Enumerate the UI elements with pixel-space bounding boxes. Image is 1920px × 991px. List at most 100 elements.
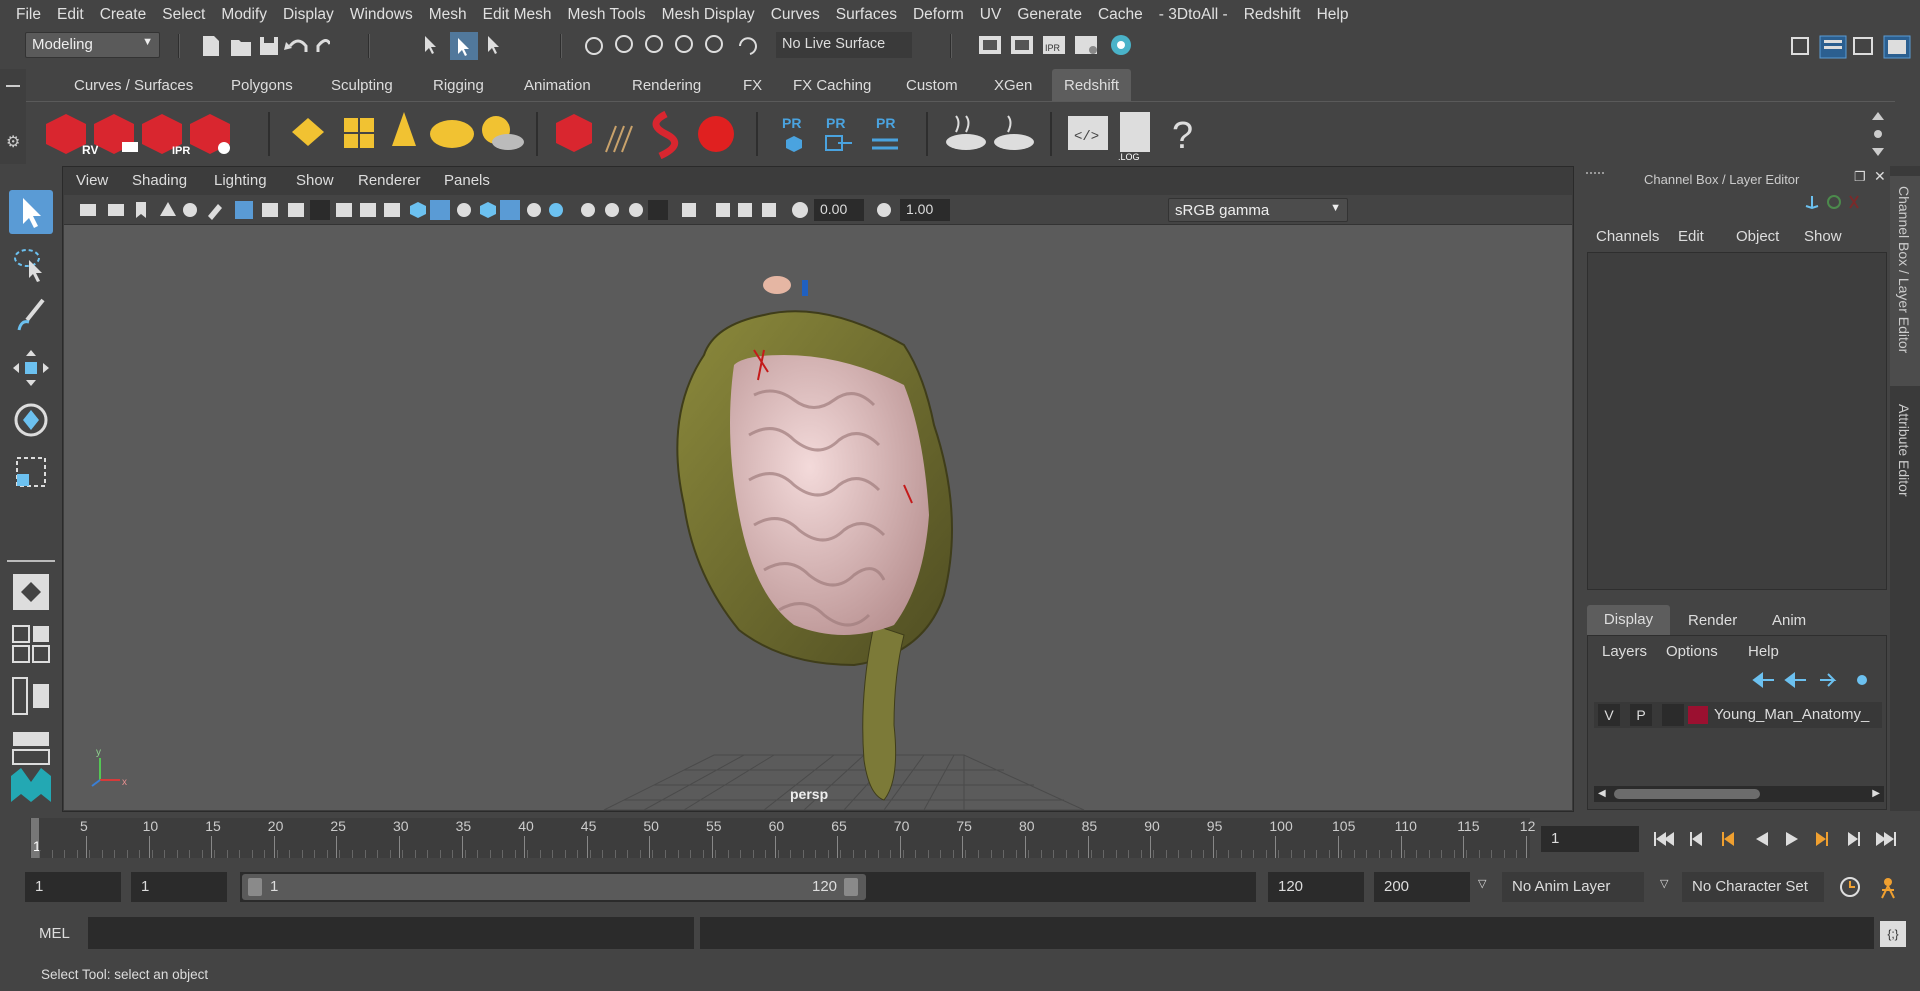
layer-menu-layers[interactable]: Layers [1602,643,1647,660]
redshift-hair-icon[interactable] [605,125,633,153]
menu-mesh-display[interactable]: Mesh Display [654,6,763,24]
tab-xgen[interactable]: XGen [982,69,1044,101]
xray-icon[interactable] [716,203,730,217]
step-forward-frame-icon[interactable] [1848,832,1860,846]
redshift-proxy-icon[interactable] [556,114,592,152]
bake-icon[interactable] [946,115,986,150]
cb-menu-object[interactable]: Object [1736,228,1779,245]
redshift-volume-icon[interactable] [652,110,679,160]
resolution-gate-icon[interactable] [288,203,304,217]
tab-polygons[interactable]: Polygons [219,69,305,101]
script-editor-button[interactable]: {;} [1880,921,1906,947]
depth-of-field-icon[interactable] [648,200,668,220]
tab-redshift[interactable]: Redshift [1052,69,1132,101]
play-backwards-icon[interactable] [1756,832,1768,846]
color-space-dropdown[interactable]: sRGB gamma ▼ [1168,198,1348,222]
layer-menu-help[interactable]: Help [1748,643,1779,660]
pr-export-icon[interactable]: PR [825,115,852,151]
two-d-pan-icon[interactable] [183,203,197,217]
menu-mesh-tools[interactable]: Mesh Tools [560,6,654,24]
channel-list[interactable] [1587,252,1887,590]
move-layer-up-icon[interactable] [1752,672,1774,688]
menu-modify[interactable]: Modify [213,6,275,24]
camera-attributes-icon[interactable] [108,204,124,216]
menu-edit-mesh[interactable]: Edit Mesh [475,6,560,24]
range-start-grip[interactable] [248,878,262,896]
new-scene-icon[interactable] [203,36,219,56]
cb-menu-channels[interactable]: Channels [1596,228,1659,245]
snap-curve-icon[interactable] [615,35,633,53]
menu-redshift[interactable]: Redshift [1236,6,1309,24]
command-language-toggle[interactable]: MEL [39,925,70,942]
layer-playback-toggle[interactable]: P [1630,704,1652,726]
intestine-model[interactable] [676,276,953,801]
float-panel-icon[interactable]: ❐ [1854,169,1866,185]
safe-action-icon[interactable] [360,203,376,217]
menu-create[interactable]: Create [92,6,155,24]
select-by-hierarchy-icon[interactable] [425,36,436,54]
shelf-scroll-icon[interactable] [1872,112,1884,156]
redshift-material-ball-icon[interactable] [698,116,734,152]
safe-title-icon[interactable] [384,203,400,217]
tab-curves-surfaces[interactable]: Curves / Surfaces [62,69,205,101]
redshift-sun-sky-icon[interactable] [482,116,524,150]
grid-icon[interactable] [235,201,253,219]
vp-menu-view[interactable]: View [76,172,108,189]
select-by-component-icon[interactable] [488,36,499,54]
move-tool[interactable] [9,346,53,390]
exposure-icon[interactable] [792,202,808,218]
render-view-icon[interactable] [979,36,1001,54]
new-layer-selected-icon[interactable] [1857,675,1867,685]
menu-select[interactable]: Select [154,6,213,24]
hyper-icon[interactable] [1849,195,1859,209]
anim-layer-dropdown[interactable]: No Anim Layer [1502,872,1644,902]
range-slider-track[interactable]: 1 120 [240,872,1256,902]
default-material-icon[interactable] [457,203,471,217]
side-tab-attribute-editor[interactable]: Attribute Editor [1890,396,1920,526]
select-tool[interactable] [9,190,53,234]
cb-menu-show[interactable]: Show [1804,228,1842,245]
scroll-thumb[interactable] [1614,789,1760,799]
redo-icon[interactable] [316,39,330,52]
outliner-layout[interactable] [9,674,53,718]
go-to-start-icon[interactable] [1654,832,1674,846]
menu-windows[interactable]: Windows [342,6,421,24]
xray-joints-icon[interactable] [738,203,752,217]
menu-generate[interactable]: Generate [1009,6,1090,24]
redshift-render-sequence-icon[interactable] [94,114,138,154]
redshift-ipr-icon[interactable]: IPR [142,114,190,157]
move-layer-down-icon[interactable] [1784,672,1806,688]
playback-end-field[interactable]: 120 [1268,872,1364,902]
snap-point-icon[interactable] [645,35,663,53]
lasso-tool[interactable] [9,242,53,286]
four-view-layout[interactable] [9,622,53,666]
tab-animation[interactable]: Animation [512,69,603,101]
camera-icon[interactable] [80,204,96,216]
play-forwards-icon[interactable] [1786,832,1798,846]
script-editor-icon[interactable]: </> [1068,116,1108,150]
redshift-ies-light-icon[interactable] [392,112,416,146]
speed-icon[interactable] [1827,195,1841,209]
range-end-grip[interactable] [844,878,858,896]
command-input[interactable] [88,917,694,949]
menu-3dtoall[interactable]: - 3DtoAll - [1151,6,1236,24]
perspective-viewport[interactable]: y x persp [64,225,1572,810]
log-icon[interactable]: .LOG [1118,112,1150,162]
menu-deform[interactable]: Deform [905,6,972,24]
redshift-rect-light-icon[interactable] [292,118,324,146]
redshift-portal-light-icon[interactable] [344,118,374,148]
chevron-down-icon[interactable]: ▽ [1660,877,1668,890]
layer-color-swatch[interactable] [1688,706,1708,724]
snap-vertex-icon[interactable] [739,37,757,55]
tab-display[interactable]: Display [1587,605,1670,635]
time-ruler[interactable]: 1 5 10 15 20 25 30 35 40 45 50 55 60 65 70 75 80 85 90 95 1… [30,818,1535,858]
scene-end-field[interactable]: 200 [1374,872,1470,902]
redshift-render-view-icon[interactable]: RV [46,114,98,157]
vp-menu-renderer[interactable]: Renderer [358,172,421,189]
range-slider-handle[interactable]: 1 120 [242,874,866,900]
close-icon[interactable]: ✕ [1874,168,1886,185]
help-icon[interactable]: ? [1172,115,1193,157]
graph-layout[interactable] [9,726,53,770]
channel-box-toggle-icon[interactable] [1883,35,1911,59]
vp-menu-show[interactable]: Show [296,172,334,189]
